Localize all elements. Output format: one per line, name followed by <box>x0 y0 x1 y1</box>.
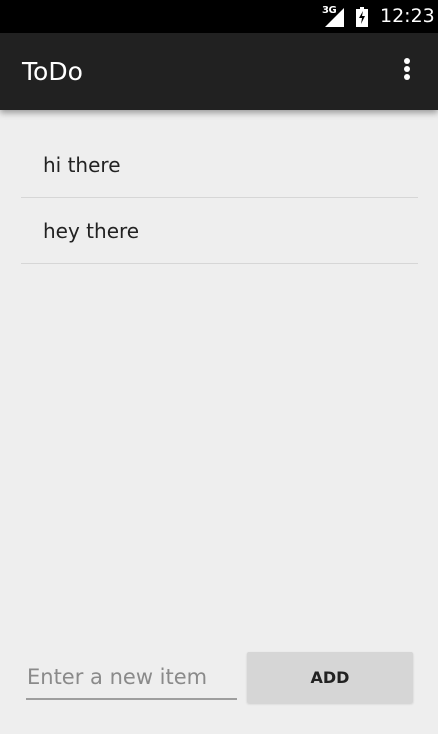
status-clock: 12:23 <box>380 5 435 27</box>
list-item[interactable]: hey there <box>21 198 418 264</box>
list-item-label: hey there <box>43 219 140 243</box>
app-bar: ToDo <box>0 33 438 110</box>
list-item-label: hi there <box>43 153 121 177</box>
status-bar: 3G 12:23 <box>0 0 438 33</box>
todo-list: hi there hey there <box>21 132 418 264</box>
add-button[interactable]: ADD <box>247 652 413 703</box>
signal-icon: 3G <box>322 5 346 28</box>
new-item-input[interactable] <box>26 656 237 700</box>
list-item[interactable]: hi there <box>21 132 418 198</box>
more-vert-icon[interactable] <box>392 55 422 87</box>
battery-charging-icon <box>356 7 368 27</box>
app-title: ToDo <box>22 57 83 86</box>
